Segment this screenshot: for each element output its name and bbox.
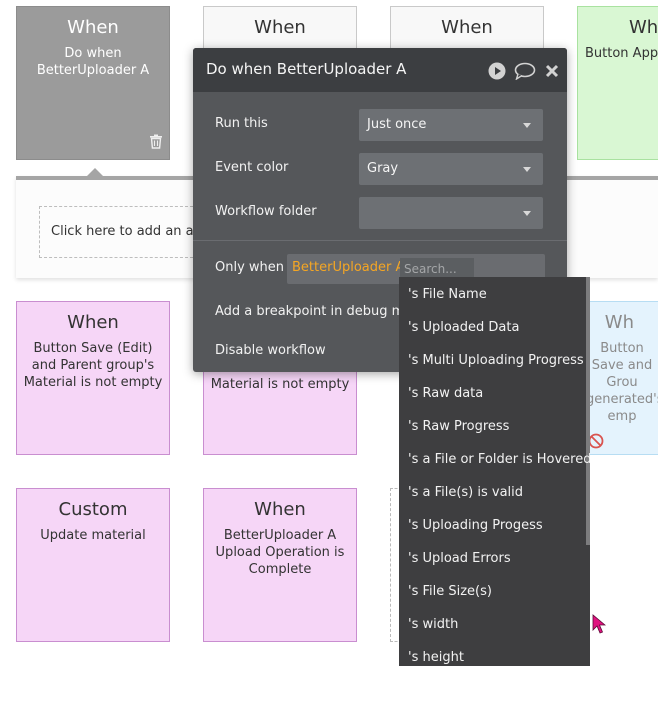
- card-heading: When: [67, 17, 119, 38]
- only-when-label: Only when: [215, 260, 285, 275]
- card-description: BetterUploader A Upload Operation is Com…: [215, 528, 345, 577]
- chevron-down-icon: [523, 167, 531, 172]
- list-item[interactable]: 's height: [408, 650, 464, 665]
- no-entry-icon: [588, 433, 604, 453]
- event-card-5[interactable]: When Button Save (Edit) and Parent group…: [16, 301, 170, 455]
- dialog-title: Do when BetterUploader A: [206, 60, 407, 78]
- dropdown-scrollbar[interactable]: [586, 277, 590, 545]
- card-description: Button Save (Edit) and Parent group's Ma…: [23, 341, 163, 390]
- breakpoint-label[interactable]: Add a breakpoint in debug mode: [215, 304, 428, 319]
- dialog-divider: [193, 240, 567, 241]
- event-card-betteruploader[interactable]: When Do when BetterUploader A: [16, 6, 170, 160]
- list-item[interactable]: 's File Name: [408, 287, 487, 302]
- event-card-upload-complete[interactable]: When BetterUploader A Upload Operation i…: [203, 488, 357, 642]
- run-this-select[interactable]: Just once: [359, 109, 543, 141]
- card-description: Do when BetterUploader A: [36, 46, 150, 78]
- chevron-down-icon: [523, 123, 531, 128]
- mouse-pointer-icon: [592, 614, 607, 638]
- card-heading: When: [441, 17, 493, 38]
- card-description: Button Save and Grou generated's emp: [586, 341, 658, 424]
- list-item[interactable]: 's Uploading Progess: [408, 518, 543, 533]
- expression-autocomplete-list[interactable]: 's File Name 's Uploaded Data 's Multi U…: [399, 277, 590, 666]
- workflow-folder-select[interactable]: [359, 197, 543, 229]
- event-color-value: Gray: [367, 161, 399, 176]
- card-heading: Wh: [629, 17, 658, 38]
- list-item[interactable]: 's Upload Errors: [408, 551, 511, 566]
- strip-pointer: [87, 168, 103, 176]
- run-this-value: Just once: [367, 117, 427, 132]
- card-description: Update material: [40, 528, 146, 543]
- disable-workflow-label[interactable]: Disable workflow: [215, 343, 326, 358]
- trash-icon[interactable]: [149, 134, 163, 153]
- workflow-folder-label: Workflow folder: [215, 204, 317, 219]
- event-color-select[interactable]: Gray: [359, 153, 543, 185]
- close-icon[interactable]: [545, 63, 559, 82]
- card-description: Button Appl: [585, 46, 658, 61]
- comment-icon[interactable]: [514, 62, 536, 84]
- event-card-4[interactable]: Wh Button Appl: [577, 6, 658, 160]
- event-card-custom[interactable]: Custom Update material: [16, 488, 170, 642]
- play-icon[interactable]: [488, 62, 506, 84]
- list-item[interactable]: 's File Size(s): [408, 584, 492, 599]
- card-heading: Wh: [604, 312, 634, 333]
- card-heading: When: [254, 499, 306, 520]
- list-item[interactable]: 's Multi Uploading Progress: [408, 353, 584, 368]
- list-item[interactable]: 's a File or Folder is Hovered: [408, 452, 590, 467]
- card-heading: Custom: [58, 499, 128, 520]
- card-heading: When: [254, 17, 306, 38]
- run-this-label: Run this: [215, 116, 268, 131]
- list-item[interactable]: 's a File(s) is valid: [408, 485, 523, 500]
- event-color-label: Event color: [215, 160, 289, 175]
- condition-token[interactable]: BetterUploader A: [292, 260, 404, 275]
- card-description: Material is not empty: [210, 377, 350, 392]
- dialog-title-bar: Do when BetterUploader A: [193, 48, 567, 92]
- list-item[interactable]: 's Uploaded Data: [408, 320, 519, 335]
- list-item[interactable]: 's width: [408, 617, 458, 632]
- list-item[interactable]: 's Raw data: [408, 386, 483, 401]
- list-item[interactable]: 's Raw Progress: [408, 419, 509, 434]
- card-heading: When: [67, 312, 119, 333]
- chevron-down-icon: [523, 211, 531, 216]
